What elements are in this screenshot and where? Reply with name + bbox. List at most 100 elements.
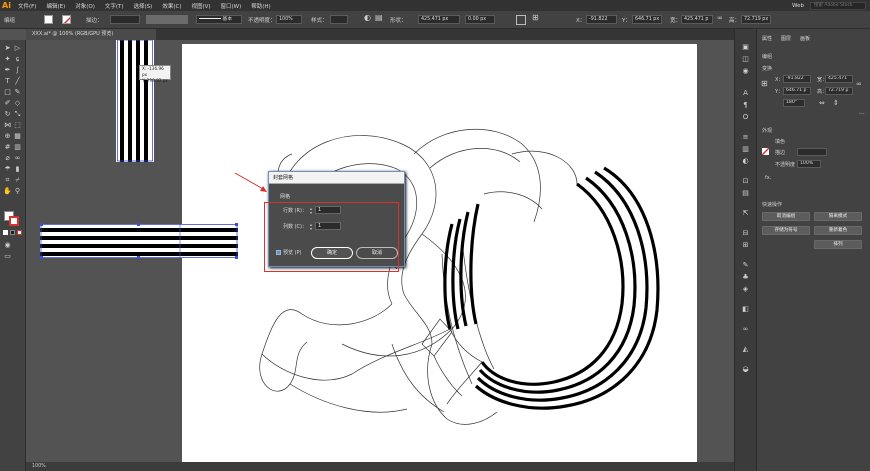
- tab-artboards[interactable]: 画板: [800, 35, 810, 42]
- rectangle-tool-icon[interactable]: □: [3, 88, 12, 97]
- arrange-button[interactable]: 排列: [814, 240, 862, 249]
- curvature-icon[interactable]: ∫: [13, 66, 22, 75]
- vertical-stripes-artwork[interactable]: [116, 40, 154, 162]
- tab-layers[interactable]: 图层: [781, 35, 791, 42]
- align-icon[interactable]: ▤: [375, 13, 383, 22]
- flip-vertical-icon[interactable]: ⇕: [833, 99, 839, 107]
- y-input[interactable]: 646.71 p: [783, 87, 811, 95]
- recolor-button[interactable]: 重新着色: [814, 226, 862, 235]
- appearance-icon[interactable]: ◒: [741, 365, 750, 374]
- workspace-switcher[interactable]: Web: [792, 3, 804, 9]
- fill-swatch[interactable]: [44, 15, 53, 24]
- color-mode-icon[interactable]: [3, 230, 8, 235]
- libraries-icon[interactable]: ◫: [741, 55, 750, 64]
- reference-point-icon[interactable]: ⊞: [532, 13, 539, 22]
- x-field[interactable]: -91.822: [586, 15, 617, 24]
- height-input[interactable]: 72.719 p: [825, 87, 853, 95]
- document-tab[interactable]: XXX.ai* @ 100% (RGB/GPU 预览): [26, 29, 156, 40]
- shape-builder-icon[interactable]: ⊕: [3, 132, 12, 141]
- more-options-icon[interactable]: ···: [859, 111, 865, 118]
- width-tool-icon[interactable]: ⋈: [3, 121, 12, 130]
- shaper-icon[interactable]: ✐: [3, 99, 12, 108]
- constrain-link-icon[interactable]: ∞: [856, 80, 862, 88]
- graphic-style-field[interactable]: [330, 15, 348, 24]
- scale-icon[interactable]: ⤡: [13, 110, 22, 119]
- draw-mode-icon[interactable]: ◉: [3, 241, 12, 250]
- recolor-icon[interactable]: ◐: [364, 13, 371, 22]
- paragraph-icon[interactable]: ¶: [741, 101, 750, 110]
- line-tool-icon[interactable]: ╱: [13, 77, 22, 86]
- stroke-panel-icon[interactable]: ≡: [741, 133, 750, 142]
- graphic-styles-icon[interactable]: ◈: [741, 285, 750, 294]
- artboards-icon[interactable]: ⊞: [741, 241, 750, 250]
- stock-search-input[interactable]: 搜索 Adobe Stock: [810, 1, 866, 10]
- hand-icon[interactable]: ✋: [3, 187, 12, 196]
- variable-width-profile[interactable]: [146, 15, 188, 24]
- artboard-icon[interactable]: ⌗: [3, 176, 12, 185]
- transform-panel-icon[interactable]: ⊡: [741, 177, 750, 186]
- isolate-mode-button[interactable]: 隔离模式: [814, 212, 862, 221]
- links-icon[interactable]: ∞: [741, 325, 750, 334]
- align-panel-icon[interactable]: ▤: [741, 189, 750, 198]
- twenty-ribbon-artwork[interactable]: [182, 44, 697, 471]
- transform-icon[interactable]: [516, 15, 526, 25]
- mesh-icon[interactable]: #: [3, 143, 12, 152]
- save-as-symbol-button[interactable]: 存储为符号: [762, 226, 810, 235]
- ungroup-button[interactable]: 取消编组: [762, 212, 810, 221]
- opentype-icon[interactable]: O: [741, 113, 750, 122]
- tab-properties[interactable]: 属性: [762, 35, 772, 42]
- reference-point-icon[interactable]: ⊞: [761, 79, 768, 88]
- lasso-icon[interactable]: ɕ: [13, 55, 22, 64]
- menu-view[interactable]: 视图(V): [186, 2, 215, 10]
- brush-style-field[interactable]: 基本: [196, 15, 242, 24]
- brushes-icon[interactable]: ✎: [741, 261, 750, 270]
- stroke-color-icon[interactable]: [9, 216, 19, 226]
- effects-label[interactable]: fx.: [765, 175, 771, 181]
- gradient-mode-icon[interactable]: [10, 230, 15, 235]
- link-icon[interactable]: ∞: [717, 14, 723, 22]
- color-panel-icon[interactable]: ◉: [741, 67, 750, 76]
- opacity-input[interactable]: 100%: [797, 160, 821, 168]
- symbol-sprayer-icon[interactable]: ☂: [3, 165, 12, 174]
- x-input[interactable]: -91.822: [783, 75, 811, 83]
- screen-mode-icon[interactable]: ▭: [3, 252, 12, 261]
- menu-effect[interactable]: 效果(C): [157, 2, 186, 10]
- menu-object[interactable]: 对象(O): [70, 2, 100, 10]
- menu-type[interactable]: 文字(T): [100, 2, 129, 10]
- menu-edit[interactable]: 编辑(E): [41, 2, 70, 10]
- shape-width-field[interactable]: 425.471 px: [418, 15, 460, 24]
- direct-selection-icon[interactable]: ▷: [13, 44, 22, 53]
- width-input[interactable]: 425.471: [825, 75, 853, 83]
- shape-height-field[interactable]: 0.00 px: [465, 15, 495, 24]
- asset-export-icon[interactable]: ⊟: [741, 229, 750, 238]
- image-trace-icon[interactable]: ◭: [741, 345, 750, 354]
- none-mode-icon[interactable]: [17, 230, 22, 235]
- eraser-icon[interactable]: ◇: [13, 99, 22, 108]
- stroke-weight-input[interactable]: [797, 148, 827, 156]
- eyedropper-icon[interactable]: ⌀: [3, 154, 12, 163]
- flip-horizontal-icon[interactable]: ⇔: [819, 99, 825, 107]
- stroke-weight-field[interactable]: [110, 15, 140, 24]
- menu-window[interactable]: 窗口(W): [216, 2, 247, 10]
- height-field[interactable]: 72.719 px: [741, 15, 771, 24]
- layers-icon[interactable]: ◧: [741, 305, 750, 314]
- rotate-input[interactable]: 180°: [783, 99, 805, 107]
- gradient-icon[interactable]: ▥: [13, 143, 22, 152]
- paintbrush-icon[interactable]: ✎: [13, 88, 22, 97]
- menu-file[interactable]: 文件(F): [13, 2, 41, 10]
- pen-tool-icon[interactable]: ✒: [3, 66, 12, 75]
- zoom-level[interactable]: 100%: [32, 464, 46, 469]
- selection-tool-icon[interactable]: ➤: [3, 44, 12, 53]
- type-tool-icon[interactable]: T: [3, 77, 12, 86]
- symbols-icon[interactable]: ♣: [741, 273, 750, 282]
- menu-help[interactable]: 帮助(H): [246, 2, 275, 10]
- width-field[interactable]: 425.471 p: [681, 15, 713, 24]
- stroke-swatch-icon[interactable]: [762, 148, 769, 155]
- zoom-icon[interactable]: ⚲: [13, 187, 22, 196]
- rotate-icon[interactable]: ↻: [3, 110, 12, 119]
- blend-icon[interactable]: ∞: [13, 154, 22, 163]
- export-icon[interactable]: ⇱: [741, 209, 750, 218]
- gradient-panel-icon[interactable]: ▥: [741, 145, 750, 154]
- opacity-field[interactable]: 100%: [276, 15, 302, 24]
- magic-wand-icon[interactable]: ✦: [3, 55, 12, 64]
